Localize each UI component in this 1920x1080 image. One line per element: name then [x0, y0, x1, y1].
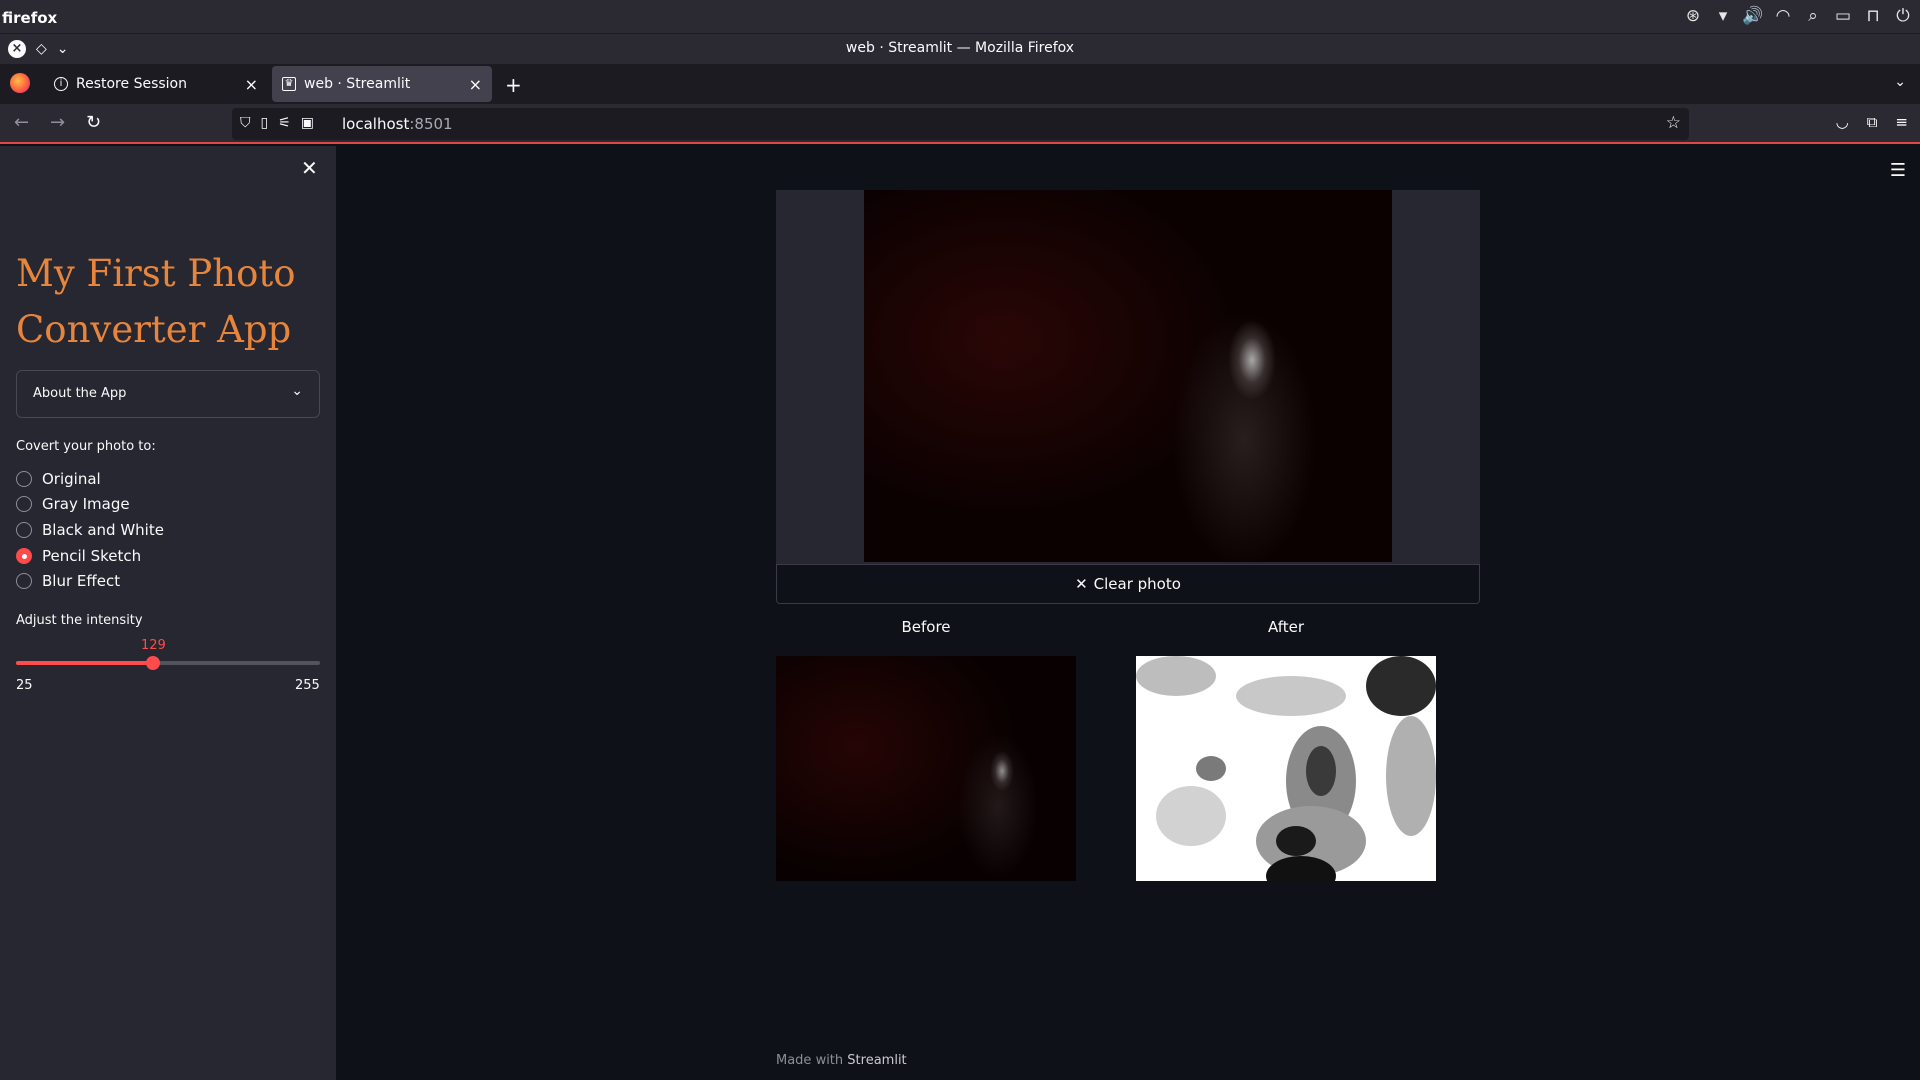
camera-icon[interactable]: ▣: [301, 115, 314, 131]
navigation-bar: ← → ↻ ⛉ ▯ ⚟ ▣ localhost:8501 ☆ ◡ ⧉ ≡: [0, 104, 1920, 144]
address-bar-icons: ⛉ ▯ ⚟ ▣: [240, 115, 314, 131]
star-icon[interactable]: ☆: [1666, 113, 1681, 133]
radio-circle[interactable]: [16, 573, 32, 589]
radio-group-title: Covert your photo to:: [16, 439, 156, 454]
footer-prefix: Made with: [776, 1053, 844, 1068]
about-expander[interactable]: About the App ⌄: [16, 370, 320, 418]
before-image: [776, 656, 1076, 881]
tab-close-icon[interactable]: ×: [469, 75, 482, 94]
main-content: ☰ ✕ Clear photo Before After Made with S…: [336, 146, 1920, 1080]
radio-label: Gray Image: [42, 495, 130, 513]
expander-label: About the App: [33, 386, 127, 401]
radio-label: Pencil Sketch: [42, 547, 142, 565]
pocket-icon[interactable]: ◡: [1836, 113, 1849, 131]
after-label: After: [1267, 618, 1305, 636]
slider-value: 129: [141, 638, 166, 653]
info-icon: i: [54, 77, 68, 91]
radio-label: Blur Effect: [42, 572, 121, 590]
tab-streamlit[interactable]: ♛ web · Streamlit ×: [272, 66, 492, 102]
captured-photo: [864, 190, 1392, 562]
app-title: My First Photo Converter App: [16, 252, 296, 351]
tab-restore-session[interactable]: i Restore Session ×: [44, 66, 268, 102]
radio-label: Black and White: [42, 521, 164, 539]
radio-black-and-white[interactable]: Black and White: [16, 521, 164, 539]
intensity-slider[interactable]: [16, 656, 320, 670]
tab-close-icon[interactable]: ×: [245, 75, 258, 94]
camera-input: [776, 190, 1480, 564]
before-label: Before: [901, 618, 951, 636]
hamburger-menu-icon[interactable]: ☰: [1890, 160, 1906, 181]
battery-icon[interactable]: ▭: [1832, 6, 1854, 26]
tab-label: web · Streamlit: [304, 76, 411, 92]
back-icon[interactable]: ←: [14, 112, 29, 133]
slider-max: 255: [295, 678, 320, 693]
radio-circle-selected[interactable]: [16, 548, 32, 564]
dropdown-icon[interactable]: ▾: [1712, 6, 1734, 26]
search-icon[interactable]: ⌕: [1802, 6, 1824, 26]
system-app-name: firefox: [2, 9, 58, 27]
footer: Made with Streamlit: [776, 1053, 907, 1068]
radio-gray-image[interactable]: Gray Image: [16, 495, 130, 513]
lock-icon[interactable]: ⊓: [1862, 6, 1884, 26]
chevron-down-icon: ⌄: [291, 383, 303, 399]
forward-icon[interactable]: →: [50, 112, 65, 133]
tab-label: Restore Session: [76, 76, 187, 92]
close-icon: ✕: [1075, 575, 1088, 593]
radio-circle[interactable]: [16, 522, 32, 538]
sidebar: ✕ My First Photo Converter App About the…: [0, 146, 336, 1080]
sidebar-close-icon[interactable]: ✕: [301, 156, 318, 180]
radio-pencil-sketch[interactable]: Pencil Sketch: [16, 547, 141, 565]
shield-icon[interactable]: ⛉: [240, 115, 251, 131]
extensions-icon[interactable]: ⧉: [1867, 113, 1878, 131]
clear-photo-label: Clear photo: [1093, 575, 1181, 593]
volume-icon[interactable]: 🔊: [1742, 6, 1764, 26]
slider-label: Adjust the intensity: [16, 613, 143, 628]
slider-fill: [16, 661, 153, 665]
tab-bar: i Restore Session × ♛ web · Streamlit × …: [0, 64, 1920, 104]
url-text[interactable]: localhost:8501: [342, 115, 453, 133]
slider-min: 25: [16, 678, 33, 693]
wifi-icon[interactable]: ◠: [1772, 6, 1794, 26]
new-tab-icon[interactable]: +: [505, 73, 522, 97]
radio-circle[interactable]: [16, 496, 32, 512]
system-bar: firefox ⊛ ▾ 🔊 ◠ ⌕ ▭ ⊓ ⏻: [0, 0, 1920, 34]
window-title: web · Streamlit — Mozilla Firefox: [845, 40, 1075, 56]
system-tray: ⊛ ▾ 🔊 ◠ ⌕ ▭ ⊓ ⏻: [1682, 6, 1914, 26]
tab-list-chevron-icon[interactable]: ⌄: [1894, 74, 1906, 90]
accessibility-icon[interactable]: ⊛: [1682, 6, 1704, 26]
radio-blur-effect[interactable]: Blur Effect: [16, 572, 120, 590]
reload-icon[interactable]: ↻: [86, 112, 101, 133]
url-port: :8501: [409, 115, 453, 133]
page-icon[interactable]: ▯: [261, 115, 269, 131]
footer-streamlit-link[interactable]: Streamlit: [847, 1053, 906, 1068]
radio-original[interactable]: Original: [16, 470, 101, 488]
power-icon[interactable]: ⏻: [1892, 6, 1914, 26]
radio-circle[interactable]: [16, 471, 32, 487]
firefox-logo-icon[interactable]: [10, 73, 30, 93]
streamlit-favicon-icon: ♛: [282, 77, 296, 91]
clear-photo-button[interactable]: ✕ Clear photo: [776, 564, 1480, 604]
permissions-icon[interactable]: ⚟: [278, 115, 291, 131]
window-title-bar: × ◇ ⌄ web · Streamlit — Mozilla Firefox: [0, 34, 1920, 64]
toolbar-right: ◡ ⧉ ≡: [1836, 113, 1908, 131]
address-bar[interactable]: ⛉ ▯ ⚟ ▣ localhost:8501 ☆: [232, 108, 1689, 140]
slider-thumb[interactable]: [146, 656, 160, 670]
url-host: localhost: [342, 115, 410, 133]
radio-label: Original: [42, 470, 101, 488]
after-image: [1136, 656, 1436, 881]
app-menu-icon[interactable]: ≡: [1895, 113, 1908, 131]
